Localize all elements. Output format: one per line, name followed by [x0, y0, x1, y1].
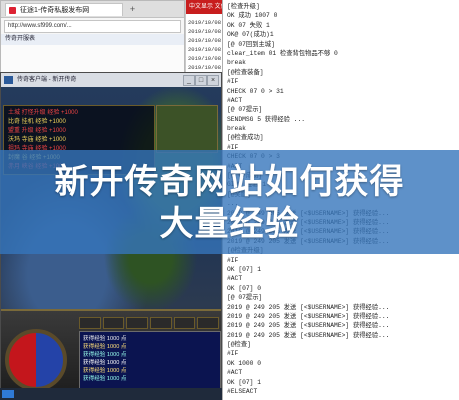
- script-line: OK [07] 0: [227, 284, 262, 292]
- script-line: SENDMSG 5 获得经验 ...: [227, 115, 306, 123]
- script-line: 2019 @ 249 205 发送 [<$USERNAME>] 获得经验...: [227, 303, 390, 311]
- title-banner: 新开传奇网站如何获得 大量经验: [0, 150, 459, 254]
- banner-title-line2: 大量经验: [159, 204, 300, 244]
- script-line: [@检查装备]: [227, 68, 264, 76]
- minimap[interactable]: [156, 105, 218, 153]
- script-line: [@ 07提示]: [227, 106, 263, 114]
- script-line: CHECK 07 0 > 31: [227, 87, 284, 95]
- log-line: 2019/10/08 02: [188, 46, 224, 53]
- script-line: OK 07 失败 1: [227, 21, 270, 29]
- script-line: clear_item 01 检查背包物品不够 0: [227, 49, 338, 57]
- browser-window: 征途1-传奇私服发布网 + http://www.sf999.com/... 传…: [0, 0, 185, 82]
- hp-mp-orb: [5, 329, 67, 391]
- skill-slot[interactable]: [197, 317, 220, 329]
- skill-slot[interactable]: [79, 317, 101, 329]
- script-line: #IF: [227, 78, 239, 86]
- minimize-button[interactable]: _: [183, 75, 195, 86]
- script-line: break: [227, 59, 246, 67]
- start-button[interactable]: [2, 390, 14, 398]
- maximize-button[interactable]: □: [195, 75, 207, 86]
- new-tab-button[interactable]: +: [127, 4, 138, 15]
- map-list-row: 沃玛 寺庙 经验 +1000: [8, 137, 66, 143]
- map-list-row: 盟重 升级 经验 +1000: [8, 128, 66, 134]
- chat-line: 获得经验 1000 点: [83, 376, 127, 382]
- script-line: OK 成功 1007 0: [227, 12, 278, 20]
- map-list-row: 土城 打怪升级 经验 +1000: [8, 110, 78, 116]
- script-line: OK@ 07(成功)1: [227, 31, 274, 39]
- browser-tab-bar: 征途1-传奇私服发布网 +: [1, 1, 184, 18]
- chat-line: 获得经验 1000 点: [83, 360, 127, 366]
- log-panel-header: 中文显示 文件: [186, 0, 225, 14]
- log-line: 2019/10/08 02: [188, 55, 224, 62]
- chat-lines: 获得经验 1000 点获得经验 1000 点获得经验 1000 点获得经验 10…: [83, 335, 218, 383]
- script-line: OK [07] 1: [227, 378, 262, 386]
- log-line: 2019/10/08 02: [188, 19, 224, 26]
- script-line: #IF: [227, 350, 239, 358]
- banner-title-line1: 新开传奇网站如何获得: [54, 162, 405, 202]
- chat-box[interactable]: 获得经验 1000 点获得经验 1000 点获得经验 1000 点获得经验 10…: [79, 331, 221, 391]
- game-hud: 获得经验 1000 点获得经验 1000 点获得经验 1000 点获得经验 10…: [1, 309, 221, 399]
- script-line: OK [07] 1: [227, 265, 262, 273]
- game-window-title: 传奇客户端 - 新开传奇: [17, 77, 77, 83]
- chat-line: 获得经验 1000 点: [83, 368, 127, 374]
- chat-line: 获得经验 1000 点: [83, 336, 127, 342]
- script-line: #ACT: [227, 96, 243, 104]
- log-line: 2019/10/08 02: [188, 37, 224, 44]
- chat-line: 获得经验 1000 点: [83, 352, 127, 358]
- script-line: #IF: [227, 256, 239, 264]
- browser-tab[interactable]: 征途1-传奇私服发布网: [5, 3, 123, 16]
- script-line: [@检查成功]: [227, 134, 264, 142]
- skill-slot[interactable]: [102, 317, 125, 329]
- script-line: OK 1000 0: [227, 359, 262, 367]
- script-line: #ELSEACT: [227, 388, 258, 396]
- script-line: #ACT: [227, 275, 243, 283]
- chat-line: 获得经验 1000 点: [83, 344, 127, 350]
- log-panel: 中文显示 文件 2019/10/08 02 2019/10/08 02 2019/1…: [185, 0, 225, 82]
- log-line: 2019/10/08 02: [188, 28, 224, 35]
- skill-slot[interactable]: [126, 317, 149, 329]
- game-window-titlebar: 传奇客户端 - 新开传奇 _ □ ×: [1, 73, 221, 87]
- script-line: break: [227, 125, 246, 133]
- game-icon: [4, 76, 13, 84]
- script-line: 2019 @ 249 205 发送 [<$USERNAME>] 获得经验...: [227, 322, 390, 330]
- skill-slot[interactable]: [150, 317, 172, 329]
- browser-tab-label: 征途1-传奇私服发布网: [20, 7, 90, 14]
- script-line: 2019 @ 249 205 发送 [<$USERNAME>] 获得经验...: [227, 312, 390, 320]
- taskbar: [0, 388, 222, 400]
- script-line: [@ 07回到主城]: [227, 40, 275, 48]
- script-line: [@ 07提示]: [227, 294, 263, 302]
- script-line: #ACT: [227, 369, 243, 377]
- script-line: 2019 @ 249 205 发送 [<$USERNAME>] 获得经验...: [227, 331, 390, 339]
- map-list-row: 比奇 挂机 经验 +1000: [8, 119, 66, 125]
- skill-slot[interactable]: [173, 317, 196, 329]
- close-button[interactable]: ×: [207, 75, 219, 86]
- log-line: 2019/10/08 02: [188, 64, 224, 71]
- script-line: [检查升级]: [227, 3, 260, 10]
- address-bar[interactable]: http://www.sf999.com/...: [4, 20, 181, 33]
- script-line: [@检查]: [227, 341, 251, 349]
- page-title: 传奇开服表: [1, 34, 184, 45]
- skill-slots[interactable]: [79, 317, 220, 329]
- site-favicon-icon: [9, 7, 16, 14]
